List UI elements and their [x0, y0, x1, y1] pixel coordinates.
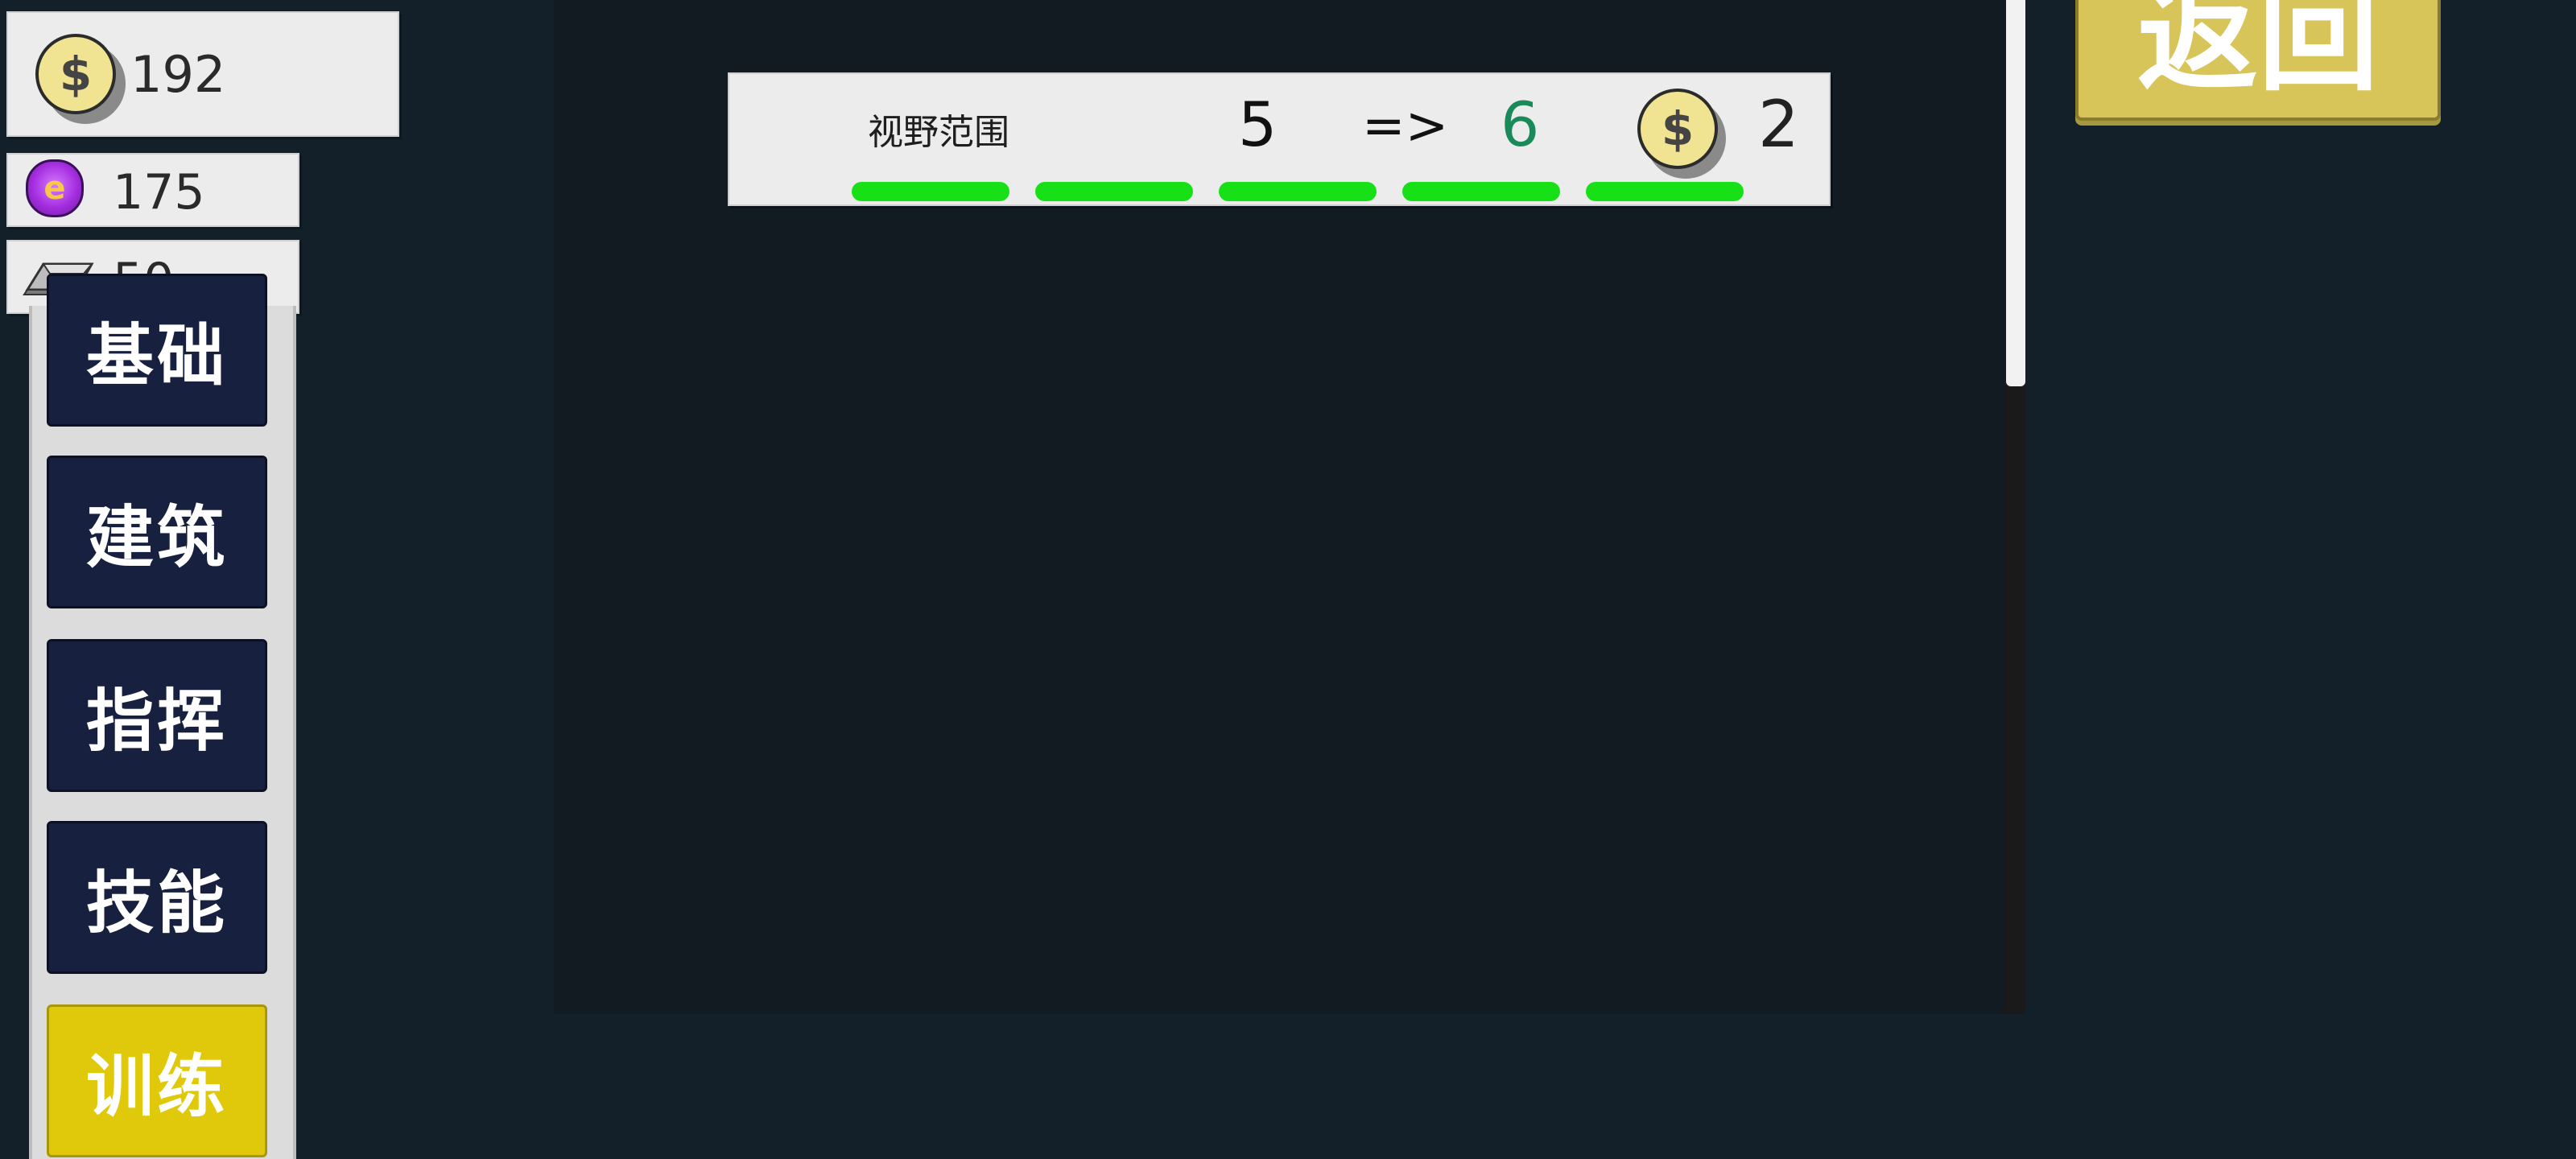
upgrade-current-value: 5: [1238, 89, 1278, 160]
gold-coin-icon: $: [1637, 89, 1718, 169]
tab-building[interactable]: 建筑: [47, 456, 267, 608]
upgrade-name: 视野范围: [868, 112, 1009, 153]
tab-basic[interactable]: 基础: [47, 274, 267, 427]
tab-training-label: 训练: [85, 1046, 228, 1126]
tab-training[interactable]: 训练: [47, 1004, 267, 1157]
purple-gem-icon: e: [26, 159, 84, 217]
tab-basic-label: 基础: [85, 316, 228, 395]
upgrade-arrow: =>: [1362, 97, 1449, 156]
tab-building-label: 建筑: [85, 497, 228, 577]
tab-skill[interactable]: 技能: [47, 821, 267, 974]
gold-coin-icon: $: [35, 34, 116, 114]
upgrade-cost: 2: [1758, 87, 1799, 162]
level-pip: [852, 182, 1009, 201]
level-pip: [1586, 182, 1744, 201]
gold-value: 192: [130, 45, 226, 104]
level-pip: [1035, 182, 1193, 201]
tab-skill-label: 技能: [85, 863, 228, 942]
level-pip: [1402, 182, 1560, 201]
gem-resource-box: e 175: [6, 153, 299, 227]
back-button[interactable]: 返回: [2075, 0, 2441, 121]
gold-resource-box: $ 192: [6, 11, 399, 137]
tab-command[interactable]: 指挥: [47, 639, 267, 792]
tab-command-label: 指挥: [85, 681, 228, 761]
back-button-label: 返回: [2136, 0, 2379, 108]
gem-value: 175: [113, 164, 205, 221]
scrollbar-thumb[interactable]: [2006, 0, 2025, 386]
upgrade-row-vision-range[interactable]: 视野范围 5 => 6 $ 2: [728, 72, 1831, 206]
upgrade-next-value: 6: [1501, 89, 1540, 160]
level-pip: [1219, 182, 1377, 201]
